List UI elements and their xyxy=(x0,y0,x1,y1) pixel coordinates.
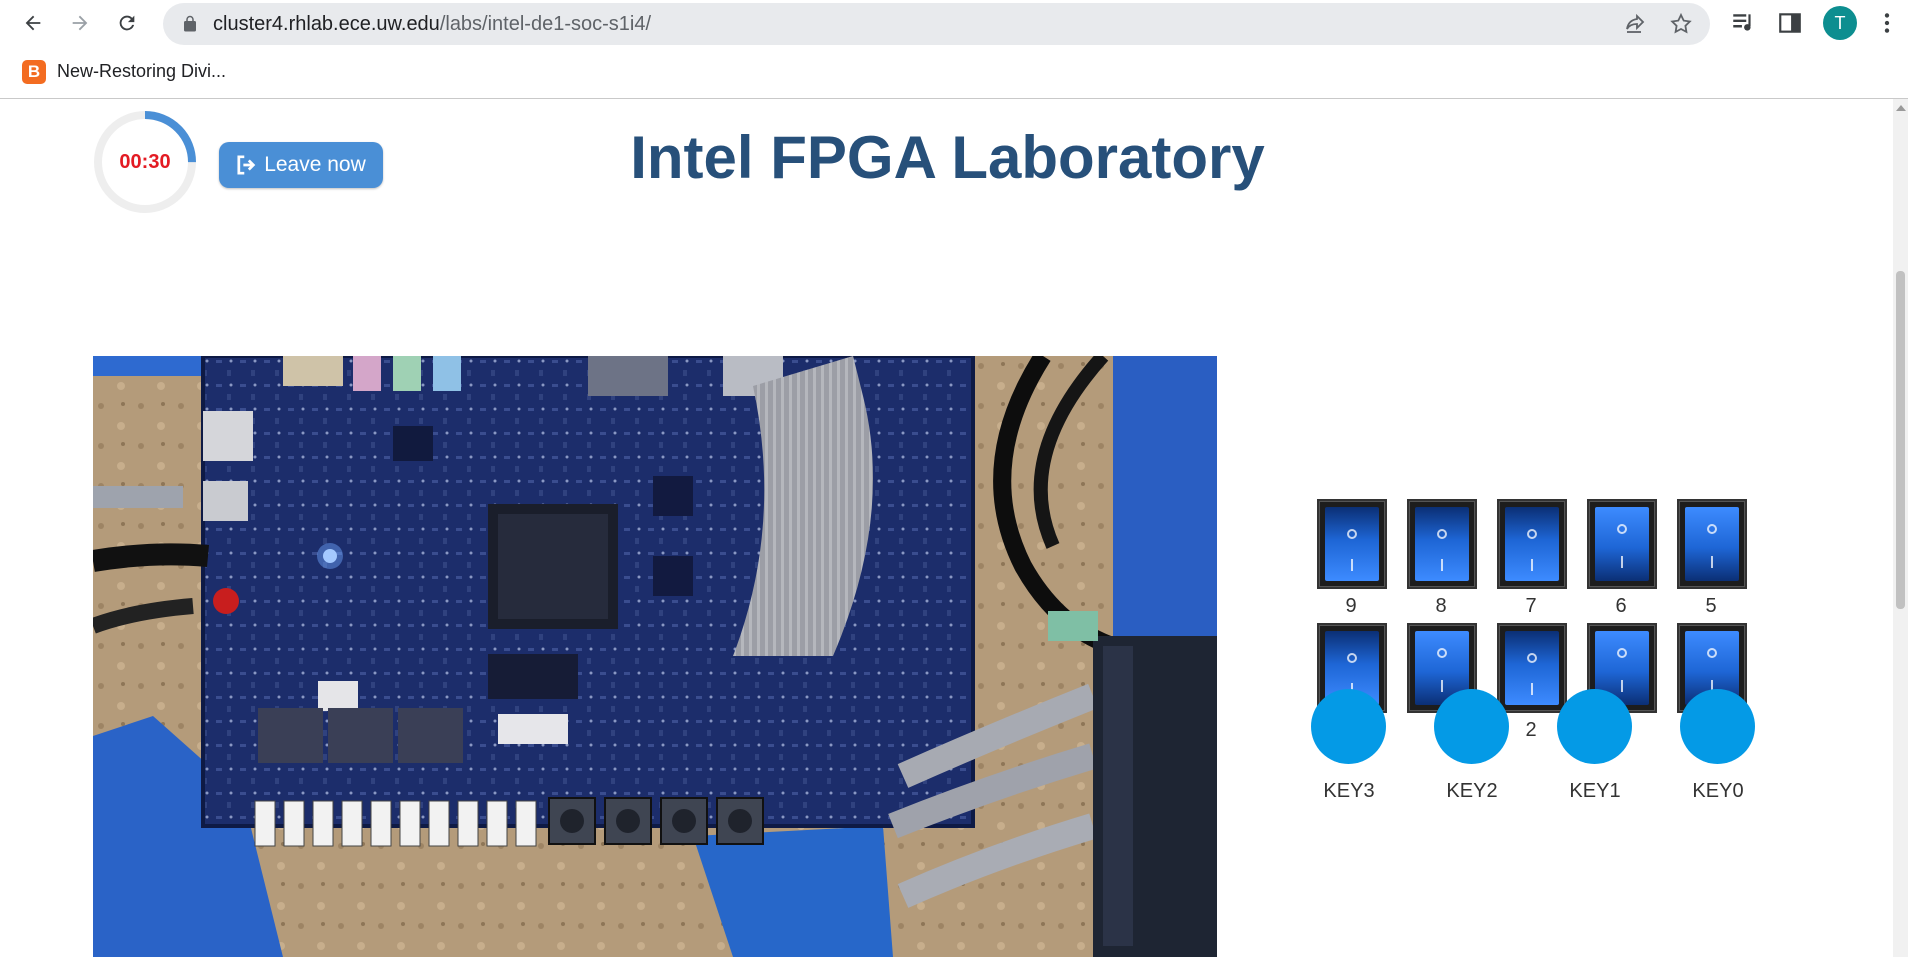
page-scrollbar[interactable] xyxy=(1893,99,1908,957)
switch-label-6: 6 xyxy=(1615,595,1627,617)
browser-toolbar: cluster4.rhlab.ece.uw.edu/labs/intel-de1… xyxy=(0,0,1908,46)
switch-8[interactable] xyxy=(1409,501,1475,587)
reload-button[interactable] xyxy=(110,6,144,40)
off-mark-icon xyxy=(1347,529,1357,539)
switch-9[interactable] xyxy=(1319,501,1385,587)
switch-2[interactable] xyxy=(1499,625,1565,711)
fpga-board-camera-feed xyxy=(93,356,1217,957)
key-label-key2: KEY2 xyxy=(1446,780,1498,802)
off-mark-icon xyxy=(1617,524,1627,534)
off-mark-icon xyxy=(1617,648,1627,658)
share-icon[interactable] xyxy=(1623,12,1647,36)
scrollbar-thumb[interactable] xyxy=(1896,271,1905,609)
arrow-right-icon xyxy=(72,15,88,31)
key-button-key0[interactable] xyxy=(1680,689,1755,764)
key-label-key1: KEY1 xyxy=(1569,780,1621,802)
switch-5[interactable] xyxy=(1679,501,1745,587)
switch-label-9: 9 xyxy=(1345,595,1357,617)
switch-6[interactable] xyxy=(1589,501,1655,587)
key-button-key1[interactable] xyxy=(1557,689,1632,764)
on-mark-icon xyxy=(1531,683,1533,695)
on-mark-icon xyxy=(1711,556,1713,568)
profile-avatar[interactable]: T xyxy=(1823,6,1857,40)
switch-rocker xyxy=(1595,507,1649,581)
on-mark-icon xyxy=(1441,680,1443,692)
switch-rocker xyxy=(1505,507,1559,581)
url-path: /labs/intel-de1-soc-s1i4/ xyxy=(439,13,652,35)
url-host: cluster4.rhlab.ece.uw.edu xyxy=(213,13,440,35)
on-mark-icon xyxy=(1621,680,1623,692)
on-mark-icon xyxy=(1351,559,1353,571)
forward-button[interactable] xyxy=(63,6,97,40)
bookmarks-bar: B New-Restoring Divi... xyxy=(0,46,1908,99)
lab-page: 00:30 Leave now Intel FPGA Laboratory 9 … xyxy=(0,99,1908,957)
on-mark-icon xyxy=(1441,559,1443,571)
off-mark-icon xyxy=(1437,648,1447,658)
switch-rocker xyxy=(1325,507,1379,581)
scroll-up-arrow[interactable] xyxy=(1896,105,1906,111)
off-mark-icon xyxy=(1707,524,1717,534)
switch-label-5: 5 xyxy=(1705,595,1717,617)
lock-icon xyxy=(184,15,196,32)
key-label-key3: KEY3 xyxy=(1323,780,1375,802)
bookmark-item[interactable]: New-Restoring Divi... xyxy=(57,61,226,82)
switch-rocker xyxy=(1685,507,1739,581)
switch-label-7: 7 xyxy=(1525,595,1537,617)
page-title: Intel FPGA Laboratory xyxy=(630,124,1265,191)
key-button-key2[interactable] xyxy=(1434,689,1509,764)
switch-7[interactable] xyxy=(1499,501,1565,587)
off-mark-icon xyxy=(1527,653,1537,663)
switch-rocker xyxy=(1505,631,1559,705)
arrow-left-icon xyxy=(25,15,41,31)
side-panel-icon[interactable] xyxy=(1777,10,1803,36)
off-mark-icon xyxy=(1527,529,1537,539)
on-mark-icon xyxy=(1531,559,1533,571)
on-mark-icon xyxy=(1621,556,1623,568)
back-button[interactable] xyxy=(16,6,50,40)
blogger-icon: B xyxy=(22,60,46,84)
off-mark-icon xyxy=(1707,648,1717,658)
key-label-key0: KEY0 xyxy=(1692,780,1744,802)
off-mark-icon xyxy=(1347,653,1357,663)
switch-rocker xyxy=(1415,507,1469,581)
kebab-menu-icon[interactable] xyxy=(1874,10,1900,36)
fpga-board-image xyxy=(93,356,1217,957)
reload-icon xyxy=(119,15,135,31)
url-text: cluster4.rhlab.ece.uw.edu/labs/intel-de1… xyxy=(213,13,651,36)
switch-label-8: 8 xyxy=(1435,595,1447,617)
key-button-key3[interactable] xyxy=(1311,689,1386,764)
off-mark-icon xyxy=(1437,529,1447,539)
media-queue-icon[interactable] xyxy=(1730,10,1756,36)
bookmark-star-icon[interactable] xyxy=(1669,12,1693,36)
address-bar[interactable]: cluster4.rhlab.ece.uw.edu/labs/intel-de1… xyxy=(163,3,1710,45)
